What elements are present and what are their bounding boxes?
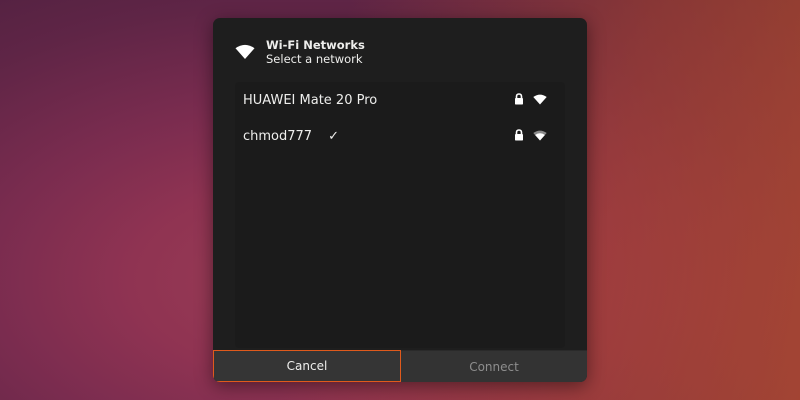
dialog-title: Wi-Fi Networks	[266, 38, 365, 52]
lock-icon	[515, 93, 523, 105]
dialog-header: Wi-Fi Networks Select a network	[235, 38, 365, 66]
wifi-signal-good-icon	[533, 130, 547, 140]
lock-icon	[515, 129, 523, 141]
network-item-huawei[interactable]: HUAWEI Mate 20 Pro	[235, 82, 565, 118]
wifi-signal-full-icon	[533, 94, 547, 104]
network-ssid: HUAWEI Mate 20 Pro	[243, 92, 378, 108]
dialog-buttons: Cancel Connect	[213, 350, 587, 382]
network-ssid: chmod777	[243, 128, 313, 144]
wifi-icon	[235, 44, 255, 59]
connect-button[interactable]: Connect	[401, 350, 587, 382]
dialog-subtitle: Select a network	[266, 52, 363, 66]
network-list[interactable]: HUAWEI Mate 20 Pro chmod777 ✓	[235, 82, 565, 348]
network-item-chmod777[interactable]: chmod777 ✓	[235, 118, 565, 154]
wifi-dialog: Wi-Fi Networks Select a network HUAWEI M…	[213, 18, 587, 382]
connected-check-icon: ✓	[328, 128, 339, 144]
cancel-button[interactable]: Cancel	[213, 350, 401, 382]
